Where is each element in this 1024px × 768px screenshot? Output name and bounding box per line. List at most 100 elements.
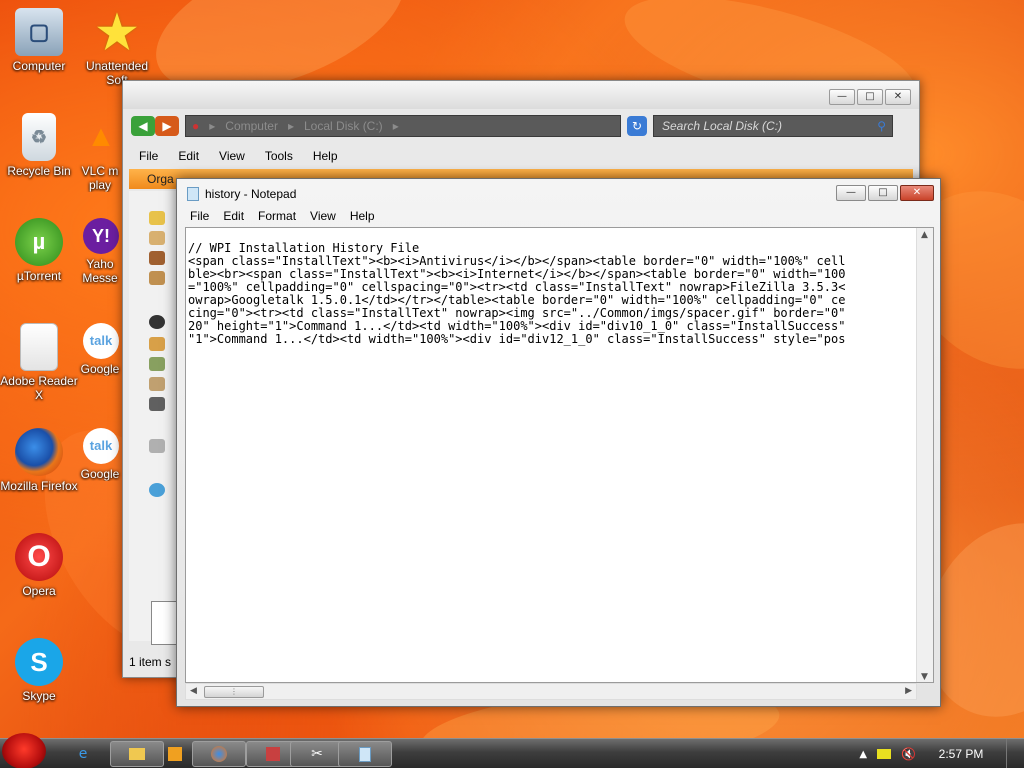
menu-help[interactable]: Help	[343, 207, 382, 227]
maximize-button[interactable]: □	[868, 185, 898, 201]
star-icon: ★	[96, 6, 138, 58]
vertical-scrollbar[interactable]: ▲ ▼	[916, 228, 933, 682]
breadcrumb-computer[interactable]: Computer	[225, 116, 278, 136]
document-icon	[20, 323, 58, 371]
show-desktop-button[interactable]	[1006, 739, 1016, 768]
desktop-icon-vlc[interactable]: ▲ VLC m play	[78, 113, 124, 193]
library-item-icon[interactable]	[149, 397, 165, 411]
explorer-window-controls: — □ ✕	[829, 89, 911, 105]
desktop-icon-label: Opera	[22, 584, 56, 598]
close-button[interactable]: ✕	[900, 185, 934, 201]
favorites-icon[interactable]	[149, 211, 165, 225]
desktop-icon-computer[interactable]: ▢ Computer	[0, 8, 78, 73]
desktop-icon-label: Adobe Reader X	[0, 374, 78, 402]
desktop-icon-recycle-bin[interactable]: ♻ Recycle Bin	[0, 113, 78, 178]
scroll-down-icon[interactable]: ▼	[921, 672, 928, 682]
notepad-icon	[187, 187, 199, 201]
scroll-left-icon[interactable]: ◀	[190, 686, 197, 696]
taskbar-snipping[interactable]: ✂	[290, 741, 344, 767]
organize-button[interactable]: Orga	[147, 172, 174, 186]
desktop-icon-utorrent[interactable]: µ µTorrent	[0, 218, 78, 283]
menu-file[interactable]: File	[183, 207, 216, 227]
taskbar-internet-explorer[interactable]: e	[56, 741, 110, 767]
menu-edit[interactable]: Edit	[216, 207, 251, 227]
search-box[interactable]: Search Local Disk (C:) ⚲	[653, 115, 893, 137]
desktop-icon-firefox[interactable]: Mozilla Firefox	[0, 428, 78, 493]
recycle-bin-icon: ♻	[22, 113, 56, 161]
desktop-icon-label: µTorrent	[16, 269, 62, 283]
navigation-pane	[129, 191, 183, 641]
maximize-button[interactable]: □	[857, 89, 883, 105]
horizontal-scrollbar[interactable]: ◀ ⋮ ▶	[185, 683, 917, 700]
address-separator-icon: ▸	[392, 119, 399, 133]
search-icon[interactable]: ⚲	[877, 116, 886, 136]
folder-icon	[129, 748, 145, 760]
taskbar-notepad[interactable]	[338, 741, 392, 767]
firefox-icon	[15, 428, 63, 476]
google-talk-icon: talk	[83, 323, 119, 359]
desktop-icon-label: Google	[80, 467, 120, 481]
folder-icon[interactable]	[149, 271, 165, 285]
status-bar: 1 item s	[129, 655, 172, 669]
scissors-icon: ✂	[311, 746, 323, 762]
volume-muted-icon[interactable]: 🔇	[901, 747, 916, 761]
desktop-icon-google-talk-2[interactable]: talk Google	[78, 428, 124, 481]
opera-icon: O	[15, 533, 63, 581]
address-bar[interactable]: ● ▸ Computer ▸ Local Disk (C:) ▸	[185, 115, 621, 137]
scroll-up-icon[interactable]: ▲	[921, 230, 928, 240]
menu-help[interactable]: Help	[303, 145, 348, 167]
library-item-icon[interactable]	[149, 357, 165, 371]
menu-edit[interactable]: Edit	[168, 145, 209, 167]
forward-button[interactable]: ▶	[155, 116, 179, 136]
notepad-window-controls: — □ ✕	[836, 185, 934, 201]
desktop-icon-unattended-software[interactable]: ★ Unattended Soft	[78, 8, 156, 87]
file-thumbnail[interactable]	[151, 601, 179, 645]
address-separator-icon: ▸	[209, 119, 216, 133]
refresh-button[interactable]: ↻	[627, 116, 647, 136]
computer-icon: ●	[192, 119, 200, 133]
desktop-icon-adobe-reader[interactable]: Adobe Reader X	[0, 323, 78, 402]
scroll-right-icon[interactable]: ▶	[905, 686, 912, 696]
menu-view[interactable]: View	[303, 207, 343, 227]
menu-tools[interactable]: Tools	[255, 145, 303, 167]
folder-icon[interactable]	[149, 251, 165, 265]
library-item-icon[interactable]	[149, 337, 165, 351]
show-hidden-icons-icon[interactable]: ▲	[859, 749, 867, 760]
taskbar-firefox[interactable]	[192, 741, 246, 767]
text-line: "1">Command 1...</td><td width="100%"><d…	[188, 332, 846, 346]
library-item-icon[interactable]	[149, 377, 165, 391]
breadcrumb-local-disk[interactable]: Local Disk (C:)	[304, 116, 383, 136]
explorer-titlebar[interactable]	[123, 81, 919, 109]
start-button[interactable]	[2, 733, 46, 768]
network-icon[interactable]	[149, 483, 165, 497]
desktop-icon-skype[interactable]: S Skype	[0, 638, 78, 703]
editor-text[interactable]: // WPI Installation History File <span cl…	[188, 229, 916, 372]
clock[interactable]: 2:57 PM	[926, 747, 996, 761]
desktop-icon-opera[interactable]: O Opera	[0, 533, 78, 598]
menu-format[interactable]: Format	[251, 207, 303, 227]
desktop-icon-yahoo-messenger[interactable]: Y! Yaho Messe	[78, 218, 124, 285]
menu-view[interactable]: View	[209, 145, 255, 167]
libraries-icon[interactable]	[149, 315, 165, 329]
action-center-icon[interactable]	[877, 749, 892, 759]
explorer-navbar: ◀ ▶ ● ▸ Computer ▸ Local Disk (C:) ▸ ↻ S…	[131, 113, 913, 139]
notepad-titlebar[interactable]: history - Notepad — □ ✕	[177, 179, 940, 209]
media-player-icon	[168, 747, 182, 761]
notepad-window[interactable]: history - Notepad — □ ✕ File Edit Format…	[176, 178, 941, 707]
minimize-button[interactable]: —	[836, 185, 866, 201]
minimize-button[interactable]: —	[829, 89, 855, 105]
folder-icon[interactable]	[149, 231, 165, 245]
desktop-icon-label: VLC m play	[81, 164, 119, 192]
menu-file[interactable]: File	[129, 145, 168, 167]
close-button[interactable]: ✕	[885, 89, 911, 105]
window-title: history - Notepad	[205, 187, 297, 201]
text-editor-area[interactable]: // WPI Installation History File <span cl…	[185, 227, 934, 683]
google-talk-icon: talk	[83, 428, 119, 464]
computer-icon[interactable]	[149, 439, 165, 453]
desktop-icon-google-talk-1[interactable]: talk Google	[78, 323, 124, 376]
taskbar: e ✂ ▲ 🔇 2:57 PM	[0, 733, 1024, 768]
scrollbar-thumb[interactable]: ⋮	[204, 686, 264, 698]
explorer-menubar: File Edit View Tools Help	[129, 145, 348, 167]
back-button[interactable]: ◀	[131, 116, 155, 136]
desktop-icon-label: Mozilla Firefox	[0, 479, 78, 493]
